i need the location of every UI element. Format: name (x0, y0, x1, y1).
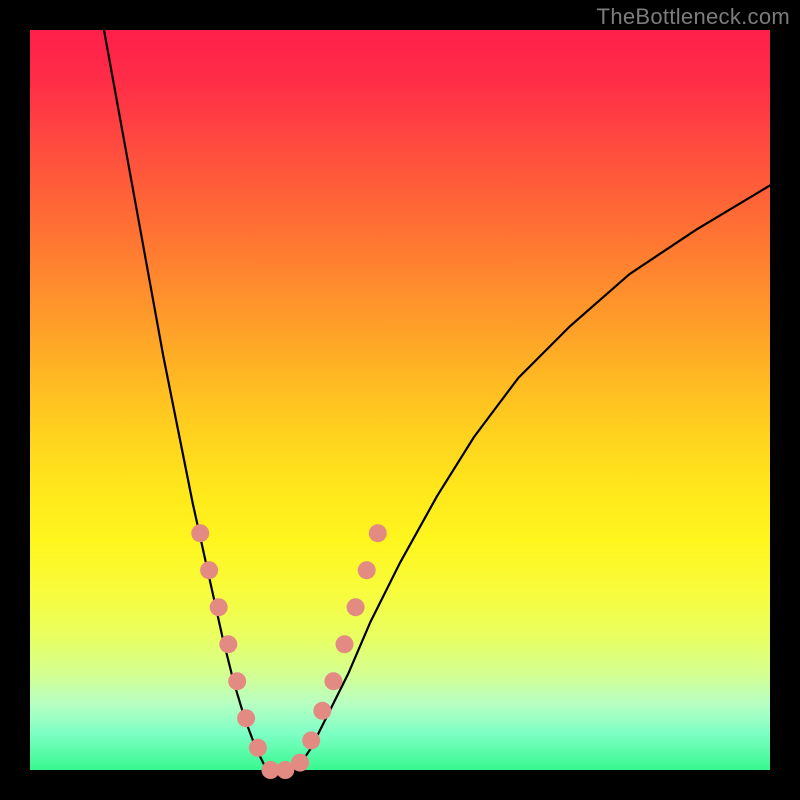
plot-area (30, 30, 770, 770)
left-curve (104, 30, 267, 770)
marker-dot (237, 709, 255, 727)
marker-dot (324, 672, 342, 690)
marker-dot (347, 598, 365, 616)
marker-dot (313, 702, 331, 720)
watermark-text: TheBottleneck.com (597, 4, 790, 30)
marker-dot (336, 635, 354, 653)
marker-dot (369, 524, 387, 542)
chart-container: TheBottleneck.com (0, 0, 800, 800)
marker-dot (200, 561, 218, 579)
marker-dot (358, 561, 376, 579)
marker-dot (210, 598, 228, 616)
marker-dot (191, 524, 209, 542)
chart-svg (30, 30, 770, 770)
marker-dot (302, 731, 320, 749)
right-curve (296, 185, 770, 770)
marker-dot (219, 635, 237, 653)
marker-dot (228, 672, 246, 690)
marker-dot (249, 739, 267, 757)
marker-dot (291, 754, 309, 772)
